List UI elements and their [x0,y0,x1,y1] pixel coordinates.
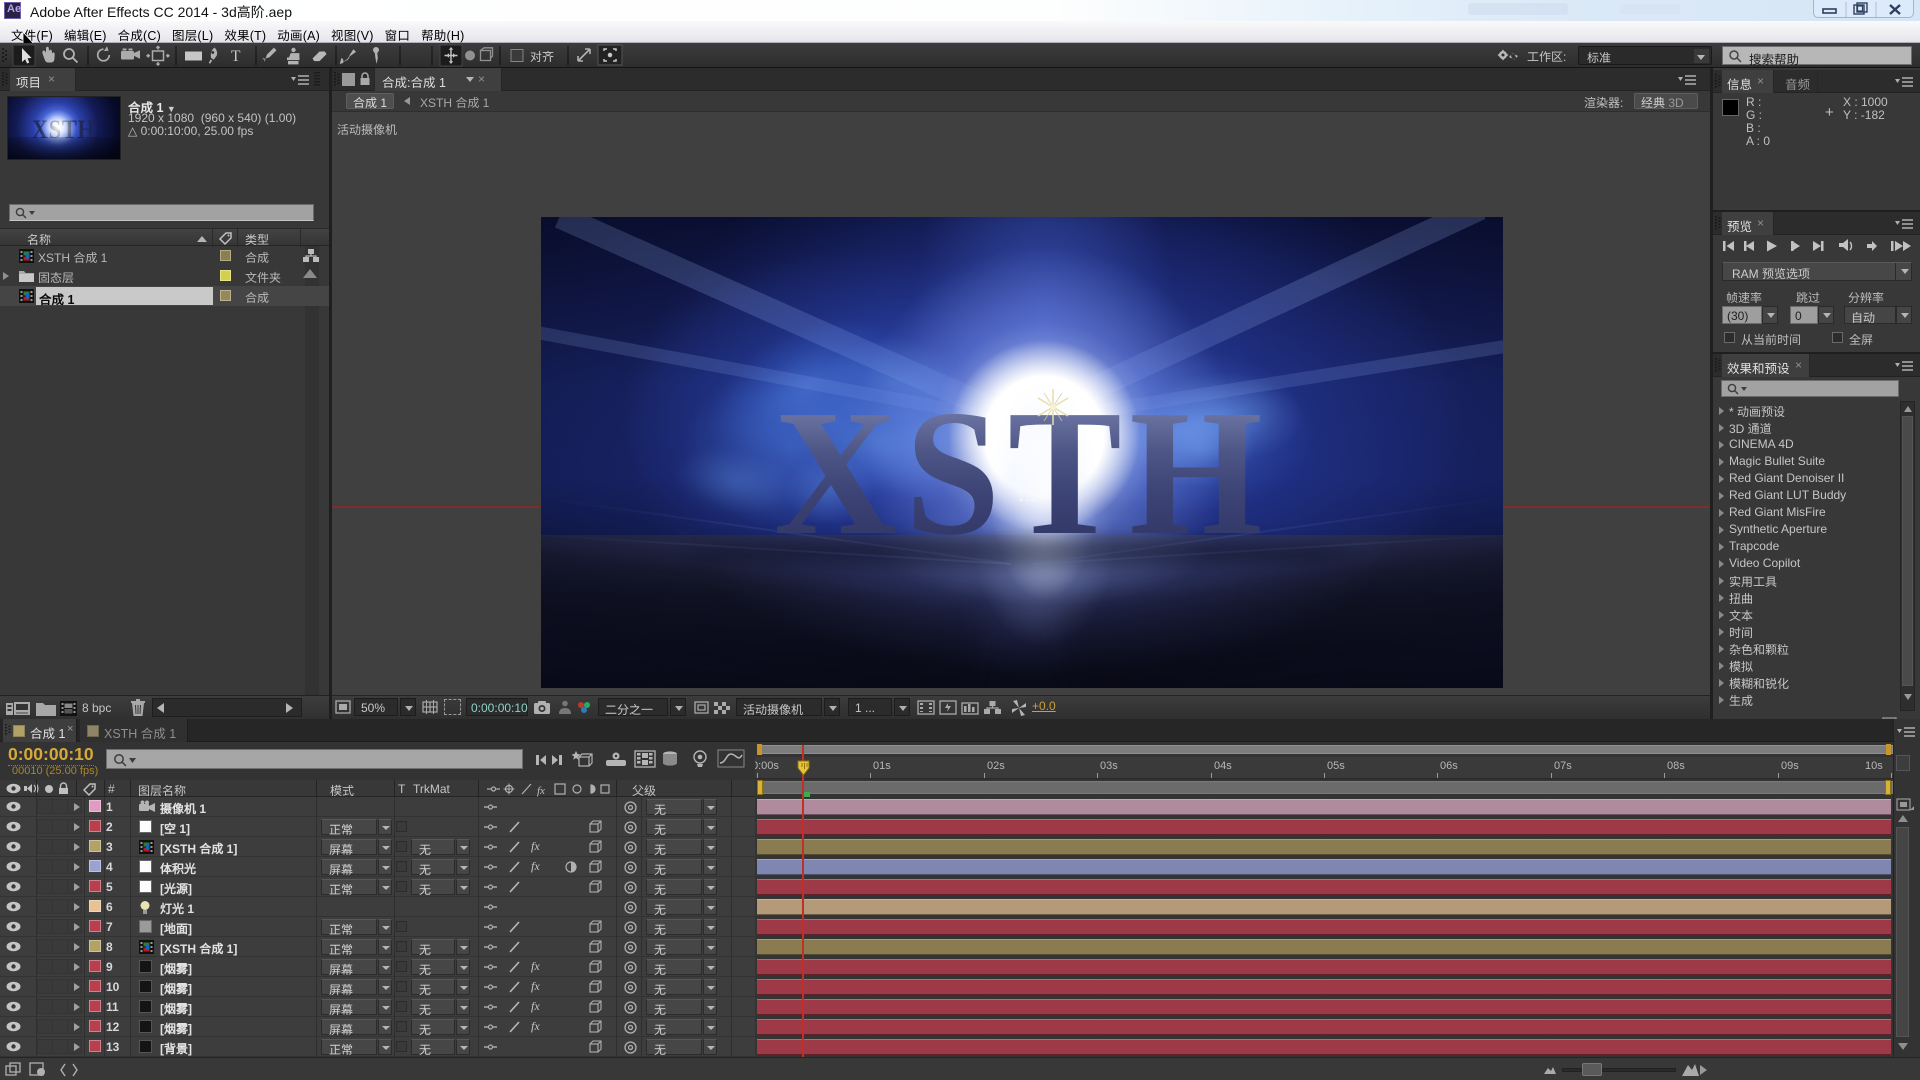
svg-text:fx: fx [537,785,545,797]
svg-text:T: T [231,48,241,65]
